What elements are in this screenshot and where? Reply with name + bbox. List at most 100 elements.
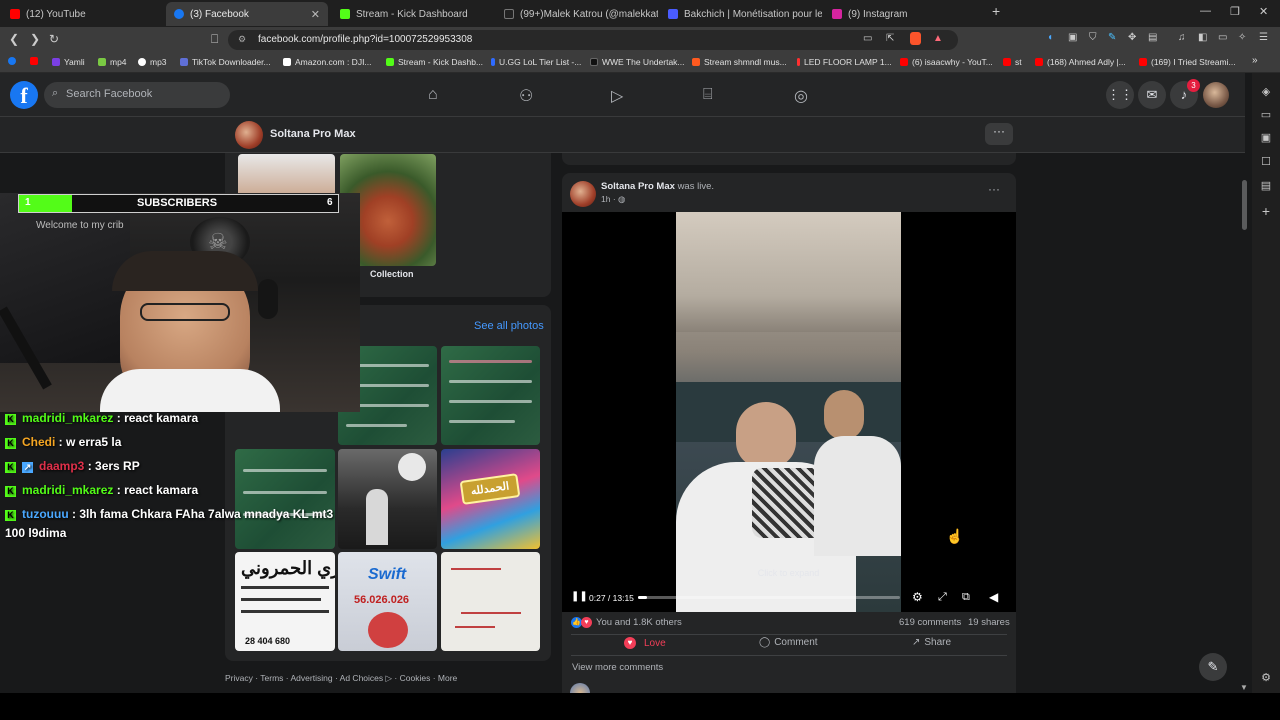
profile-name[interactable]: Soltana Pro Max	[270, 128, 356, 140]
photo-thumbnail[interactable]	[235, 449, 335, 549]
reading-list-icon[interactable]: ▭	[1259, 108, 1273, 122]
post-author-name[interactable]: Soltana Pro Max	[601, 181, 675, 192]
profile-more-button[interactable]: ···	[985, 123, 1013, 145]
shares-count[interactable]: 19 shares	[968, 617, 1010, 628]
shield-icon[interactable]: ⛉	[1089, 32, 1097, 43]
video-progress-track[interactable]	[638, 596, 900, 599]
profile-avatar[interactable]	[235, 121, 263, 149]
tab-tiktok[interactable]: (99+)Malek Katrou (@malekkatrou) |	[496, 2, 658, 26]
footer-terms[interactable]: Terms	[260, 673, 283, 683]
footer-advertising[interactable]: Advertising	[291, 673, 333, 683]
photo-thumbnail[interactable]	[441, 552, 540, 651]
love-button[interactable]: ♥ Love	[624, 637, 666, 649]
bookmarks-panel-icon[interactable]: ☐	[1259, 155, 1273, 169]
tab-facebook[interactable]: (3) Facebook ✕	[166, 2, 328, 26]
search-input[interactable]: ⌕ Search Facebook	[44, 82, 230, 108]
bookmark-item[interactable]: Amazon.com : DJI...	[283, 57, 372, 67]
bookmark-icon[interactable]: ⎕	[211, 32, 218, 47]
reload-icon[interactable]: ↻	[49, 32, 59, 46]
bookmark-item[interactable]: (168) Ahmed Adly |...	[1035, 57, 1126, 67]
more-bookmarks-icon[interactable]: »	[1252, 55, 1258, 66]
video-frame[interactable]: Click to expand	[676, 212, 901, 612]
site-info-icon[interactable]: ⚙	[238, 34, 246, 45]
photo-thumbnail[interactable]: Swift 56.026.026	[338, 552, 437, 651]
pause-icon[interactable]: ❚❚	[571, 591, 588, 602]
reactions-summary[interactable]: 👍 ♥ You and 1.8K others	[571, 617, 682, 628]
bookmark-item[interactable]: Stream shmndl mus...	[692, 57, 787, 67]
bookmark-item[interactable]: Yamli	[52, 57, 85, 67]
picture-in-picture-icon[interactable]: ⧉	[962, 591, 970, 604]
minimize-icon[interactable]: —	[1200, 5, 1211, 17]
wallet-icon[interactable]: ▭	[1218, 32, 1227, 43]
forward-icon[interactable]: ❯	[30, 32, 40, 46]
close-window-icon[interactable]: ✕	[1259, 5, 1268, 18]
extension-icon[interactable]: ◖	[1047, 32, 1053, 43]
comment-button[interactable]: ◯ Comment	[759, 637, 818, 648]
messenger-icon[interactable]: ✉	[1138, 81, 1166, 109]
click-to-expand-label[interactable]: Click to expand	[676, 568, 901, 578]
history-icon[interactable]: ▤	[1259, 179, 1273, 193]
footer-more[interactable]: More	[438, 673, 457, 683]
video-icon[interactable]: ▷	[611, 86, 623, 106]
wallet-icon[interactable]: ▣	[1259, 131, 1273, 145]
add-panel-icon[interactable]: +	[1259, 203, 1273, 219]
post-more-button[interactable]: ···	[988, 182, 1000, 196]
share-page-icon[interactable]: ⇱	[886, 33, 894, 44]
brave-rewards-icon[interactable]: ▲	[933, 33, 943, 44]
volume-icon[interactable]: ◀	[989, 590, 998, 604]
media-icon[interactable]: ♫	[1178, 32, 1186, 43]
share-button[interactable]: ↗ Share	[912, 637, 951, 648]
tab-kick-dashboard[interactable]: Stream - Kick Dashboard	[332, 2, 494, 26]
marketplace-icon[interactable]: ⌸	[703, 86, 713, 104]
photo-thumbnail[interactable]: نوزي الحمروني 28 404 680	[235, 552, 335, 651]
menu-grid-icon[interactable]: ⋮⋮	[1106, 81, 1134, 109]
bookmark-item[interactable]: Stream - Kick Dashb...	[386, 57, 483, 67]
bookmark-item[interactable]: st	[1003, 57, 1022, 67]
settings-icon[interactable]: ⚙	[912, 590, 923, 604]
groups-icon[interactable]: ◎	[794, 86, 808, 106]
footer-privacy[interactable]: Privacy	[225, 673, 253, 683]
see-all-photos-link[interactable]: See all photos	[474, 320, 544, 332]
tab-youtube[interactable]: (12) YouTube	[2, 2, 166, 26]
footer-ad-choices[interactable]: Ad Choices	[340, 673, 383, 683]
bookmark-item[interactable]: mp3	[138, 57, 167, 67]
bookmark-item[interactable]: LED FLOOR LAMP 1...	[797, 57, 892, 67]
scroll-down-icon[interactable]: ▼	[1240, 683, 1248, 692]
restore-icon[interactable]: ❐	[1230, 5, 1240, 18]
puzzle-icon[interactable]: ✥	[1128, 32, 1136, 43]
view-more-comments-link[interactable]: View more comments	[572, 662, 663, 673]
install-icon[interactable]: ▭	[863, 33, 872, 44]
extension-icon[interactable]: ▣	[1068, 32, 1077, 43]
bookmark-item[interactable]: U.GG LoL Tier List -...	[491, 57, 581, 67]
new-tab-button[interactable]: +	[992, 3, 1000, 19]
ai-icon[interactable]: ✧	[1238, 32, 1246, 43]
bookmark-youtube[interactable]	[30, 57, 42, 65]
leo-ai-icon[interactable]: ◈	[1259, 85, 1273, 99]
brave-shield-icon[interactable]	[910, 32, 921, 45]
settings-icon[interactable]: ⚙	[1259, 671, 1273, 685]
extension-icon[interactable]: ✎	[1108, 32, 1116, 43]
bookmark-item[interactable]: WWE The Undertak...	[590, 57, 685, 67]
collection-label[interactable]: Collection	[370, 269, 414, 279]
tab-instagram[interactable]: (9) Instagram	[824, 2, 986, 26]
bookmark-item[interactable]: TikTok Downloader...	[180, 57, 271, 67]
bookmark-item[interactable]: mp4	[98, 57, 127, 67]
comments-count[interactable]: 619 comments	[899, 617, 961, 628]
friends-icon[interactable]: ⚇	[519, 86, 533, 106]
tab-bakchich[interactable]: Bakchich | Monétisation pour les créa	[660, 2, 822, 26]
close-tab-icon[interactable]: ✕	[311, 8, 320, 21]
extension-icon[interactable]: ▤	[1148, 32, 1157, 43]
bookmark-item[interactable]: (6) isaacwhy - YouT...	[900, 57, 993, 67]
fullscreen-icon[interactable]: ⤢	[938, 591, 947, 604]
post-author-avatar[interactable]	[570, 181, 596, 207]
scrollbar-thumb[interactable]	[1242, 180, 1247, 230]
bookmark-facebook[interactable]	[8, 57, 20, 65]
menu-icon[interactable]: ☰	[1259, 32, 1268, 43]
bookmark-item[interactable]: (169) I Tried Streami...	[1139, 57, 1236, 67]
url-input[interactable]: ⚙ facebook.com/profile.php?id=1000725299…	[228, 30, 958, 50]
home-icon[interactable]: ⌂	[428, 86, 438, 104]
photo-thumbnail[interactable]	[338, 449, 437, 549]
facebook-logo[interactable]: f	[10, 81, 38, 109]
photo-thumbnail[interactable]: الحمدلله	[441, 449, 540, 549]
post-time[interactable]: 1h	[601, 194, 610, 204]
